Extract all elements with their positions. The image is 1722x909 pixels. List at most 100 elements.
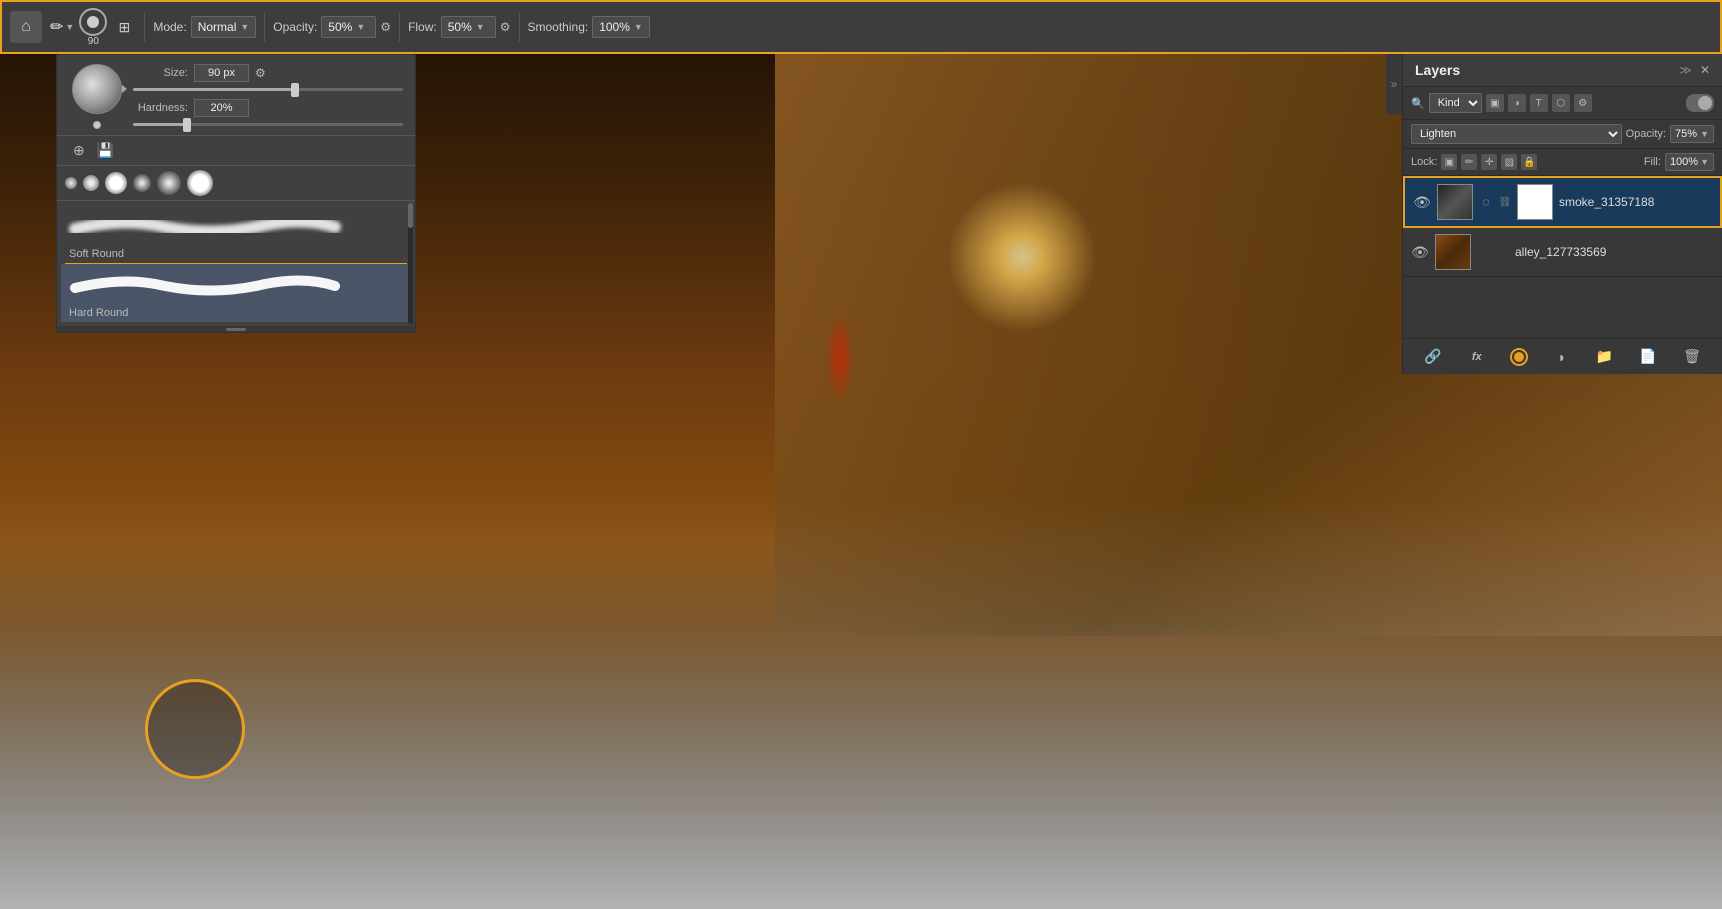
layers-title: Layers xyxy=(1415,62,1460,78)
mode-value: Normal xyxy=(198,20,237,34)
size-slider[interactable] xyxy=(133,88,403,91)
filter-type-icon[interactable]: T xyxy=(1530,94,1548,112)
brush-preview-circle[interactable] xyxy=(72,64,122,114)
layer-visibility-smoke[interactable]: 👁 xyxy=(1413,193,1431,211)
layers-panel-collapse[interactable]: ≫ xyxy=(1679,63,1692,77)
size-settings-icon[interactable]: ⚙ xyxy=(255,66,266,80)
brush-list-item-soft-round[interactable]: Soft Round xyxy=(61,205,411,263)
opacity-value-box[interactable]: 75% ▼ xyxy=(1670,125,1714,143)
smoke-overlay xyxy=(0,500,1722,909)
brush-preset-6[interactable] xyxy=(187,170,213,196)
brush-panel-resize-handle[interactable] xyxy=(57,326,415,332)
hard-round-label: Hard Round xyxy=(65,306,407,320)
mode-group: Mode: Normal ▼ xyxy=(153,16,256,38)
brush-preset-5[interactable] xyxy=(157,171,181,195)
delete-layer-button[interactable]: 🗑 xyxy=(1681,346,1703,368)
brush-preset-3[interactable] xyxy=(105,172,127,194)
smoke-thumb xyxy=(1437,184,1473,220)
brush-preview-row: Size: ⚙ Hardness: xyxy=(57,55,415,135)
brush-panel: Size: ⚙ Hardness: xyxy=(56,54,416,333)
separator-1 xyxy=(144,12,145,42)
brush-list-scroll-thumb[interactable] xyxy=(408,203,413,228)
fill-value-box[interactable]: 100% ▼ xyxy=(1665,153,1714,171)
layer-adjustment-button[interactable]: ◑ xyxy=(1549,346,1571,368)
size-input[interactable] xyxy=(194,64,249,82)
flow-options-icon[interactable]: ⚙ xyxy=(500,20,511,34)
layers-kind-select[interactable]: Kind xyxy=(1429,93,1482,113)
home-button[interactable]: ⌂ xyxy=(10,11,42,43)
flow-input[interactable]: 50% ▼ xyxy=(441,16,496,38)
flow-value: 50% xyxy=(448,20,472,34)
opacity-options-icon[interactable]: ⚙ xyxy=(380,20,391,34)
mode-select[interactable]: Normal ▼ xyxy=(191,16,257,38)
fill-value-text: 100% xyxy=(1670,156,1698,168)
separator-2 xyxy=(264,12,265,42)
soft-round-stroke-svg xyxy=(65,209,345,245)
filter-pixel-icon[interactable]: ▣ xyxy=(1486,94,1504,112)
size-slider-thumb[interactable] xyxy=(291,83,299,97)
layer-link-button[interactable]: 🔗 xyxy=(1422,346,1444,368)
lock-fill-row: Lock: ▣ ✏ ✛ ▨ 🔒 Fill: 100% ▼ xyxy=(1403,149,1722,176)
filter-toggle[interactable] xyxy=(1686,94,1714,112)
smoke-layer-badge-icon: ⬡ xyxy=(1483,198,1490,207)
opacity-row-label: Opacity: xyxy=(1626,128,1666,140)
brush-size-display[interactable]: 90 xyxy=(78,8,108,47)
layers-panel-header: Layers ≫ ✕ xyxy=(1403,54,1722,87)
brush-preset-4[interactable] xyxy=(133,174,151,192)
brush-tool-button[interactable]: ✏ ▼ xyxy=(50,17,74,37)
flow-dropdown-arrow: ▼ xyxy=(476,22,485,32)
hardness-slider[interactable] xyxy=(133,123,403,126)
brush-list-item-hard-round[interactable]: Hard Round xyxy=(61,264,411,322)
lock-artboard-icon[interactable]: ▨ xyxy=(1501,154,1517,170)
hardness-label: Hardness: xyxy=(133,102,188,114)
layer-item-smoke[interactable]: 👁 ⬡ ⛓ smoke_31357188 xyxy=(1403,176,1722,228)
brush-dropdown-arrow: ▼ xyxy=(65,22,74,32)
size-label: Size: xyxy=(133,67,188,79)
layer-mask-button[interactable] xyxy=(1510,348,1528,366)
opacity-arrow: ▼ xyxy=(1700,129,1709,139)
lock-position-icon[interactable]: ✛ xyxy=(1481,154,1497,170)
filter-smart-icon[interactable]: ⚙ xyxy=(1574,94,1592,112)
lock-all-icon[interactable]: 🔒 xyxy=(1521,154,1537,170)
layer-visibility-alley[interactable]: 👁 xyxy=(1411,243,1429,261)
brush-list-scrollbar[interactable] xyxy=(408,203,413,324)
new-layer-button[interactable]: 📄 xyxy=(1637,346,1659,368)
smoothing-label: Smoothing: xyxy=(528,20,589,34)
layer-item-alley[interactable]: 👁 alley_127733569 xyxy=(1403,228,1722,277)
smoke-link-icon: ⛓ xyxy=(1499,197,1511,208)
lock-pixels-icon[interactable]: ▣ xyxy=(1441,154,1457,170)
smoothing-input[interactable]: 100% ▼ xyxy=(592,16,650,38)
smoke-badge: ⬡ xyxy=(1479,195,1493,209)
brush-presets-row xyxy=(57,165,415,200)
blend-mode-select[interactable]: Lighten xyxy=(1411,124,1622,144)
toolbar: ⌂ ✏ ▼ 90 ⊞ Mode: Normal ▼ Opacity: 50% ▼… xyxy=(0,0,1722,54)
filter-shape-icon[interactable]: ⬡ xyxy=(1552,94,1570,112)
layers-bottom-bar: 🔗 fx ◑ 📁 📄 🗑 xyxy=(1403,338,1722,374)
smoothing-value: 100% xyxy=(599,20,630,34)
home-icon: ⌂ xyxy=(21,18,31,36)
lock-paint-icon[interactable]: ✏ xyxy=(1461,154,1477,170)
mask-circle-fill xyxy=(1514,352,1524,362)
layer-group-button[interactable]: 📁 xyxy=(1593,346,1615,368)
layers-right-collapse-handle[interactable]: » xyxy=(1386,54,1402,114)
brush-preset-1[interactable] xyxy=(65,177,77,189)
brush-options-icon[interactable]: ⊞ xyxy=(112,15,136,39)
add-brush-icon[interactable]: ⊕ xyxy=(69,140,89,161)
hardness-input[interactable] xyxy=(194,99,249,117)
opacity-input[interactable]: 50% ▼ xyxy=(321,16,376,38)
layers-panel-close[interactable]: ✕ xyxy=(1700,63,1710,77)
brush-preset-2[interactable] xyxy=(83,175,99,191)
filter-adjust-icon[interactable]: ◑ xyxy=(1508,94,1526,112)
save-brush-icon[interactable]: 💾 xyxy=(93,140,118,161)
alley-thumb xyxy=(1435,234,1471,270)
brush-size-value: 90 xyxy=(88,36,99,47)
kind-filter-icon: 🔍 xyxy=(1411,97,1425,110)
opacity-dropdown-arrow: ▼ xyxy=(356,22,365,32)
flow-label: Flow: xyxy=(408,20,437,34)
separator-3 xyxy=(399,12,400,42)
brush-icon: ✏ xyxy=(50,17,63,37)
hardness-slider-thumb[interactable] xyxy=(183,118,191,132)
layer-fx-button[interactable]: fx xyxy=(1466,346,1488,368)
brush-tip-dot xyxy=(93,121,101,129)
fill-arrow: ▼ xyxy=(1700,157,1709,167)
